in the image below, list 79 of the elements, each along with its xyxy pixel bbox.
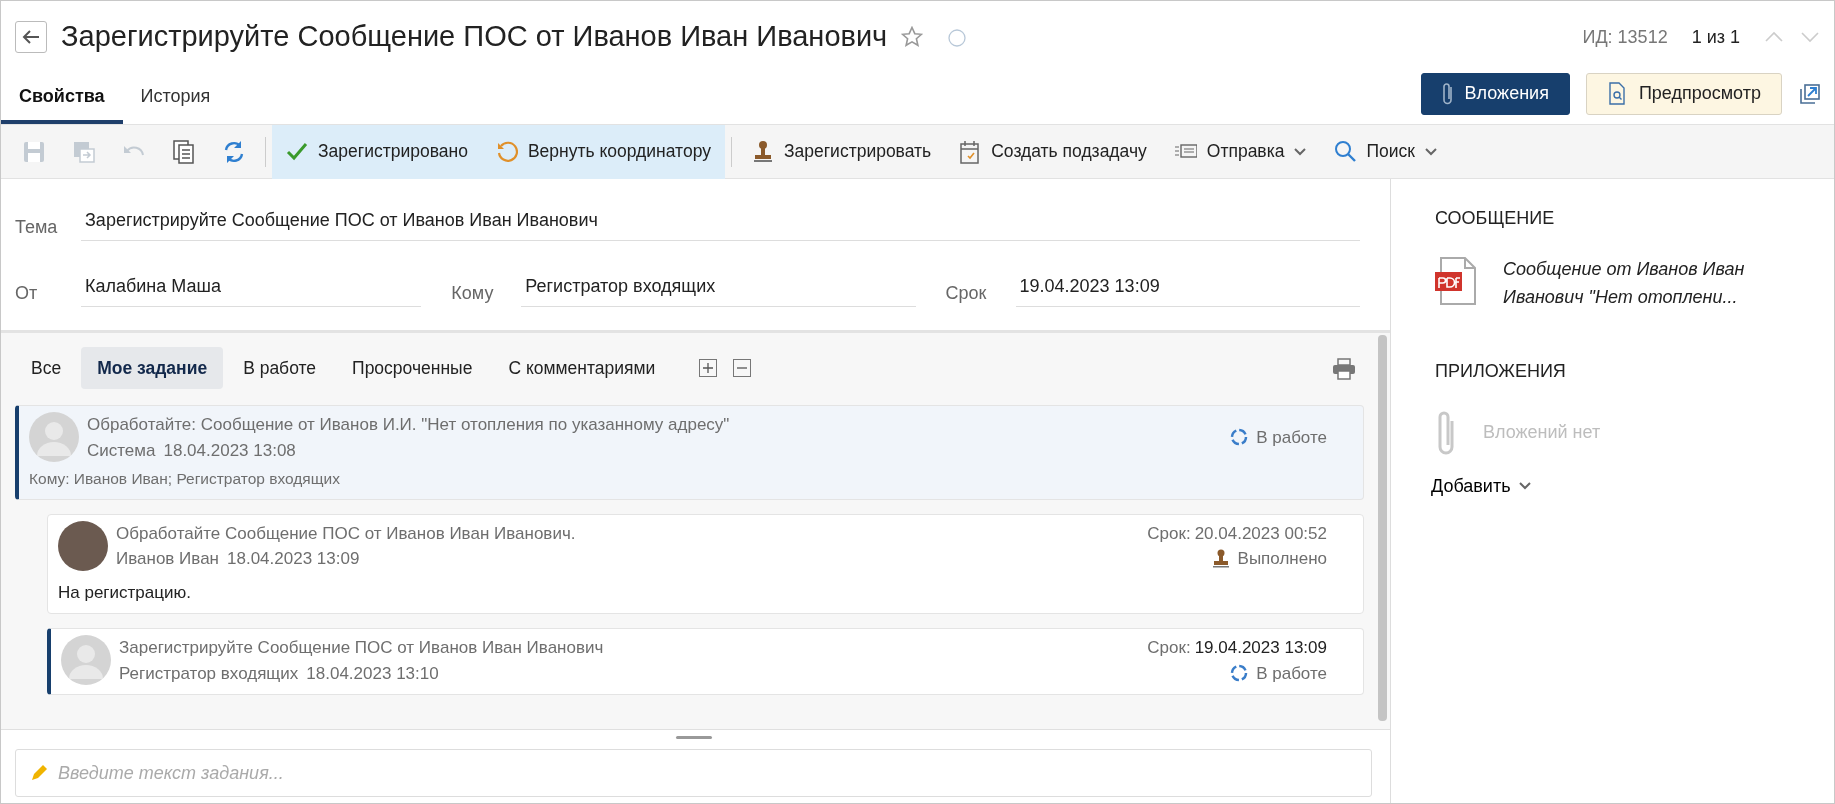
task-card[interactable]: Обработайте: Сообщение от Иванов И.И. "Нет отопления по указанному адресу" Система 18.04.2023 13:08 В работе Кому: Иванов Иван; Регистратор входящих [15,405,1364,500]
collapse-icon[interactable] [733,359,752,378]
paperclip-icon [1441,82,1453,105]
add-button[interactable]: Добавить [1431,472,1531,500]
star-icon[interactable] [901,26,924,48]
task-title: Зарегистрируйте Сообщение ПОС от Иванов Иван Иванович [119,637,605,659]
task-text-field[interactable]: Введите текст задания... [15,749,1372,797]
attachments-button[interactable]: Вложения [1420,72,1570,115]
task-author: Иванов Иван [116,548,219,570]
expand-icon[interactable] [699,359,718,378]
printer-icon[interactable] [1332,357,1356,380]
resize-handle[interactable] [675,736,712,739]
task-date: 18.04.2023 13:08 [163,439,296,462]
field-label: От [15,282,39,305]
search-icon [1334,139,1357,164]
undo-circle-icon [495,139,518,164]
recipients-text: Кому: Иванов Иван; Регистратор входящих [29,469,341,490]
due-date: 19.04.2023 13:09 [1194,637,1327,659]
due-label: Срок: [1147,637,1191,659]
section-title: ПРИЛОЖЕНИЯ [1435,359,1567,383]
calendar-icon [959,139,982,164]
input-field[interactable]: Калабина Маша [81,273,422,307]
task-card[interactable]: Зарегистрируйте Сообщение ПОС от Иванов Иван Иванович Регистратор входящих 18.04.2023 13:10 Срок: 19.04.2023 13:09 В работе [47,628,1364,695]
task-title: Обработайте Сообщение ПОС от Иванов Иван Иванович. [116,522,577,545]
preview-button[interactable]: Предпросмотр [1585,72,1782,115]
toolbar-button[interactable]: Вернуть координатору [481,124,725,179]
toolbar-button[interactable]: Отправка [1160,124,1321,179]
external-window-icon[interactable] [1798,81,1822,106]
filter-tab[interactable]: Просроченные [336,347,489,390]
in-progress-icon [1230,428,1249,448]
task-comment: На регистрацию. [58,581,192,604]
pencil-icon [29,763,49,783]
pdf-file-icon [1435,256,1479,306]
input-field[interactable]: 19.04.2023 13:09 [1015,273,1360,307]
section-title: СООБЩЕНИЕ [1435,207,1556,230]
filter-tab[interactable]: В работе [227,347,333,390]
pager-text: 1 из 1 [1691,25,1740,49]
document-id: ИД: 13512 [1582,25,1668,49]
document-search-icon [1606,82,1627,105]
task-status: Выполнено [1237,548,1327,570]
due-date: 20.04.2023 00:52 [1194,522,1327,545]
back-button[interactable] [15,21,47,53]
toolbar-button[interactable]: Зарегистрировано [272,124,482,179]
empty-text: Вложений нет [1483,421,1601,445]
task-author: Регистратор входящих [119,662,299,685]
tab[interactable]: История [122,83,229,124]
copy-icon [171,138,197,165]
in-progress-icon [1230,663,1249,683]
caret-icon [1294,147,1307,156]
task-status: В работе [1256,427,1327,449]
toolbar-button[interactable]: Поиск [1320,124,1451,179]
back-arrow-icon [22,29,40,45]
filter-tab[interactable]: Мое задание [81,347,224,390]
chevron-down-icon[interactable] [1800,31,1820,43]
document-link[interactable]: Сообщение от Иванов Иван Иванович "Нет отоплени... [1503,256,1763,312]
circle-icon[interactable] [947,27,968,48]
filter-tab[interactable]: Все [15,347,78,390]
field-label: Тема [15,216,59,239]
task-status: В работе [1256,662,1327,685]
task-date: 18.04.2023 13:10 [306,662,439,685]
task-card[interactable]: Обработайте Сообщение ПОС от Иванов Иван Иванович. Иванов Иван 18.04.2023 13:09 Срок: 20.04.2023 00:52 Выполнено На регистрацию. [47,513,1364,614]
chevron-up-icon[interactable] [1764,31,1784,43]
stamp-icon [1211,549,1230,569]
caret-icon [1518,482,1531,491]
field-label: Срок [945,282,988,305]
toolbar-button[interactable]: Создать подзадачу [945,124,1161,179]
field-label: Кому [451,282,495,305]
stamp-icon [751,139,774,164]
task-author: Система [87,439,156,462]
filter-tab[interactable]: С комментариями [492,347,672,390]
task-title: Обработайте: Сообщение от Иванов И.И. "Нет отопления по указанному адресу" [87,414,731,437]
window-title: Зарегистрируйте Сообщение ПОС от Иванов Иван Иванович [61,19,888,55]
scrollbar[interactable] [1378,335,1387,721]
toolbar-button[interactable]: Зарегистрировать [737,124,946,179]
input-field[interactable]: Зарегистрируйте Сообщение ПОС от Иванов Иван Иванович [81,207,1360,241]
due-label: Срок: [1147,522,1191,545]
caret-icon [1424,147,1437,156]
task-date: 18.04.2023 13:09 [227,548,360,570]
input-field[interactable]: Регистратор входящих [521,273,916,307]
